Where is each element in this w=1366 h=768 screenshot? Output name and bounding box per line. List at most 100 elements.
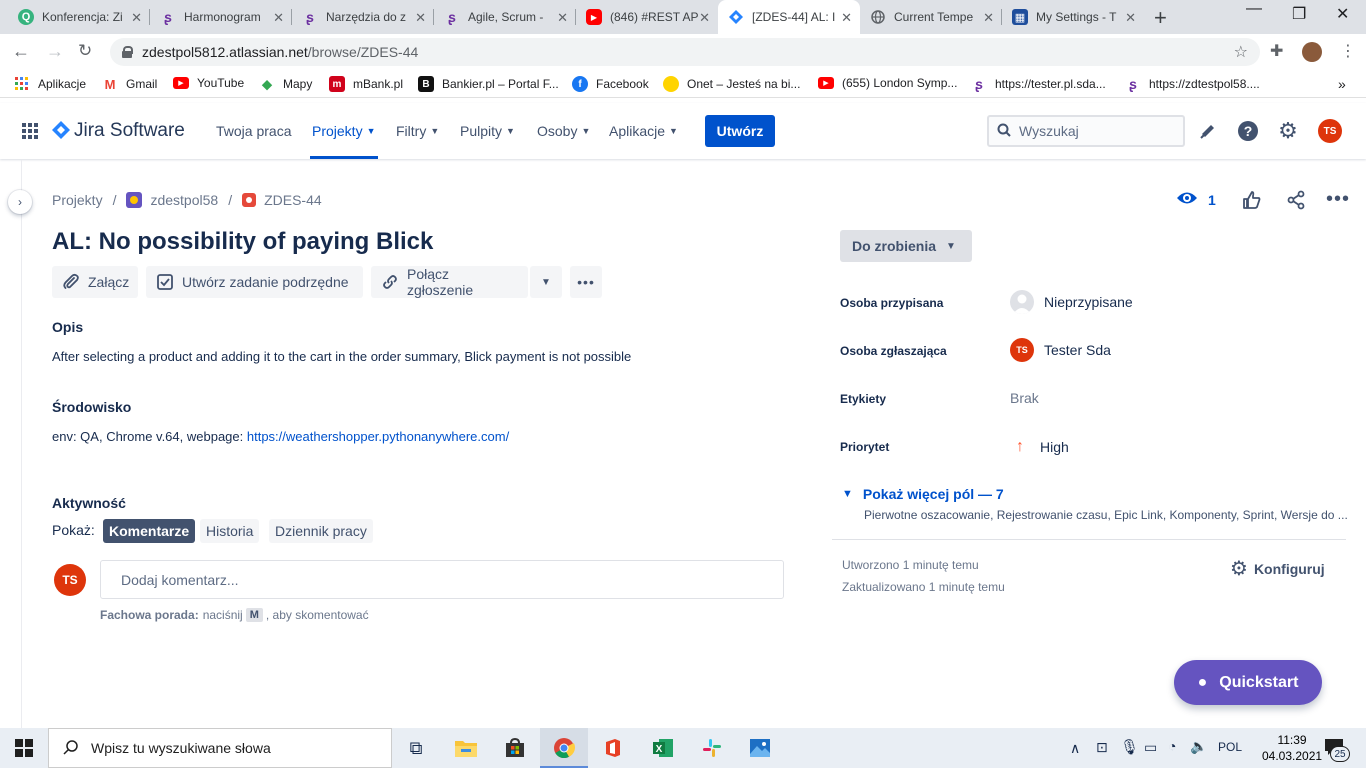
jira-logo[interactable]: Jira Software — [52, 120, 185, 142]
windows-start-icon[interactable] — [12, 736, 36, 760]
breadcrumb-projects[interactable]: Projekty — [52, 192, 103, 208]
volume-icon[interactable]: 🔈 — [1190, 738, 1207, 755]
share-icon[interactable] — [1286, 190, 1306, 213]
description-text[interactable]: After selecting a product and adding it … — [52, 349, 631, 364]
environment-text[interactable]: env: QA, Chrome v.64, webpage: https://w… — [52, 429, 509, 444]
nav-people[interactable]: Osoby ▼ — [537, 123, 590, 139]
nav-apps[interactable]: Aplikacje ▼ — [609, 123, 678, 139]
back-icon[interactable]: ← — [12, 41, 30, 62]
browser-tab[interactable]: ▶ (846) #REST AP ✕ — [576, 0, 718, 34]
bookmark-item[interactable]: ʂ https://zdtestpol58.... — [1125, 76, 1260, 92]
sidebar-expand-button[interactable]: › — [8, 190, 32, 214]
field-value-assignee[interactable]: Nieprzypisane — [1010, 290, 1133, 314]
task-view-icon[interactable]: ⧉ — [404, 736, 428, 760]
excel-icon[interactable]: X — [651, 736, 675, 760]
app-switcher-icon[interactable] — [22, 123, 38, 142]
status-dropdown[interactable]: Do zrobienia ▼ — [840, 230, 972, 262]
bookmark-item[interactable]: B Bankier.pl – Portal F... — [418, 76, 559, 92]
office-icon[interactable] — [601, 736, 625, 760]
browser-tab[interactable]: ʂ Agile, Scrum - ✕ — [434, 0, 576, 34]
notifications-icon[interactable] — [1196, 119, 1220, 143]
link-dropdown-button[interactable]: ▼ — [530, 266, 562, 298]
nav-your-work[interactable]: Twoja praca — [216, 123, 291, 139]
new-tab-button[interactable]: + — [1154, 5, 1167, 31]
help-icon[interactable]: ? — [1236, 119, 1260, 143]
more-bookmarks-icon[interactable]: » — [1338, 76, 1346, 92]
user-avatar[interactable]: TS — [1318, 119, 1342, 143]
nav-filters[interactable]: Filtry ▼ — [396, 123, 439, 139]
nav-projects[interactable]: Projekty ▼ — [312, 123, 376, 139]
bookmark-item[interactable]: Aplikacje — [14, 76, 86, 92]
battery-icon[interactable]: ▭ — [1144, 739, 1157, 756]
close-icon[interactable]: ✕ — [983, 10, 994, 26]
close-icon[interactable]: ✕ — [557, 10, 568, 26]
configure-button[interactable]: ⚙ Konfiguruj — [1230, 556, 1325, 581]
browser-tab[interactable]: ʂ Harmonogram ✕ — [150, 0, 292, 34]
file-explorer-icon[interactable] — [454, 736, 478, 760]
settings-gear-icon[interactable]: ⚙ — [1276, 118, 1300, 143]
menu-kebab-icon[interactable]: ⋮ — [1340, 41, 1356, 61]
create-subtask-button[interactable]: Utwórz zadanie podrzędne — [146, 266, 363, 298]
bookmark-item[interactable]: ▶ YouTube — [173, 76, 244, 90]
search-input[interactable]: Wyszukaj — [987, 115, 1185, 147]
microphone-icon[interactable]: 🎙 — [1120, 738, 1139, 756]
close-icon[interactable]: ✕ — [841, 10, 852, 26]
slack-icon[interactable] — [700, 736, 724, 760]
attach-button[interactable]: Załącz — [52, 266, 138, 298]
browser-tab-active[interactable]: [ZDES-44] AL: I ✕ — [718, 0, 860, 34]
like-icon[interactable] — [1242, 190, 1262, 213]
wifi-icon[interactable]: ◔ — [1168, 738, 1176, 754]
close-window-icon[interactable]: ✕ — [1336, 4, 1349, 24]
browser-tab[interactable]: ʂ Narzędzia do z ✕ — [292, 0, 434, 34]
close-icon[interactable]: ✕ — [415, 10, 426, 26]
chrome-icon[interactable] — [552, 736, 576, 760]
bookmark-item[interactable]: ▶ (655) London Symp... — [818, 76, 957, 90]
breadcrumb-project[interactable]: zdestpol58 — [150, 192, 218, 208]
close-icon[interactable]: ✕ — [699, 10, 710, 26]
bookmark-item[interactable]: f Facebook — [572, 76, 649, 92]
tab-comments[interactable]: Komentarze — [103, 519, 196, 543]
close-icon[interactable]: ✕ — [131, 10, 142, 26]
quickstart-button[interactable]: ● Quickstart — [1174, 660, 1322, 705]
bookmark-item[interactable]: ⬥ Mapy — [259, 76, 312, 92]
create-button[interactable]: Utwórz — [705, 115, 775, 147]
show-hidden-icons-icon[interactable]: ∧ — [1070, 740, 1080, 757]
tab-history[interactable]: Historia — [200, 519, 260, 543]
nav-dashboards[interactable]: Pulpity ▼ — [460, 123, 515, 139]
bookmark-item[interactable]: M Gmail — [102, 76, 158, 92]
profile-avatar[interactable] — [1302, 42, 1322, 62]
browser-tab[interactable]: Q Konferencja: Zi ✕ — [8, 0, 150, 34]
url-bar[interactable]: zdestpol5812.atlassian.net/browse/ZDES-4… — [110, 38, 1260, 66]
link-issue-button[interactable]: Połącz zgłoszenie — [371, 266, 528, 298]
comment-input[interactable]: Dodaj komentarz... — [100, 560, 784, 599]
close-icon[interactable]: ✕ — [273, 10, 284, 26]
tab-worklog[interactable]: Dziennik pracy — [269, 519, 373, 543]
bookmark-item[interactable]: Onet – Jesteś na bi... — [663, 76, 800, 92]
browser-tab[interactable]: Current Tempe ✕ — [860, 0, 1002, 34]
forward-icon[interactable]: → — [46, 41, 64, 62]
environment-link[interactable]: https://weathershopper.pythonanywhere.co… — [247, 429, 509, 444]
store-icon[interactable] — [503, 736, 527, 760]
tray-device-icon[interactable]: ⊡ — [1096, 739, 1108, 756]
bookmark-item[interactable]: m mBank.pl — [329, 76, 403, 92]
more-toolbar-button[interactable]: ••• — [570, 266, 602, 298]
breadcrumb-issue-key[interactable]: ZDES-44 — [264, 192, 322, 208]
more-actions-icon[interactable]: ••• — [1326, 189, 1350, 209]
close-icon[interactable]: ✕ — [1125, 10, 1136, 26]
watchers-button[interactable]: 1 — [1176, 190, 1216, 209]
issue-title[interactable]: AL: No possibility of paying Blick — [52, 228, 433, 256]
field-value-reporter[interactable]: TS Tester Sda — [1010, 338, 1111, 362]
field-value-priority[interactable]: ↑ High — [1010, 438, 1069, 456]
photos-icon[interactable] — [748, 736, 772, 760]
extensions-icon[interactable]: ✚ — [1270, 41, 1283, 61]
clock[interactable]: 11:39 04.03.2021 — [1262, 732, 1322, 764]
language-indicator[interactable]: POL — [1218, 740, 1242, 754]
bookmark-item[interactable]: ʂ https://tester.pl.sda... — [971, 76, 1106, 92]
taskbar-search-input[interactable]: Wpisz tu wyszukiwane słowa — [48, 728, 392, 768]
reload-icon[interactable]: ↻ — [78, 41, 92, 61]
minimize-icon[interactable]: — — [1246, 0, 1262, 18]
show-more-fields-button[interactable]: ▼ Pokaż więcej pól — 7 — [842, 486, 1004, 502]
star-icon[interactable]: ☆ — [1234, 42, 1248, 62]
restore-icon[interactable]: ❐ — [1292, 4, 1306, 24]
field-value-labels[interactable]: Brak — [1010, 390, 1039, 406]
